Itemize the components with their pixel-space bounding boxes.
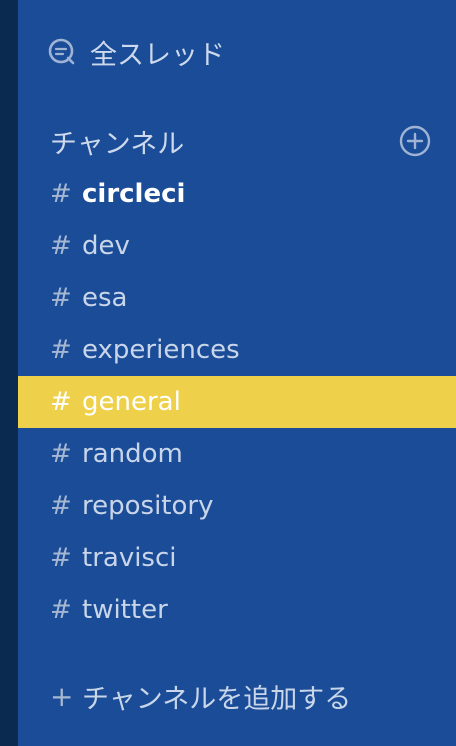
channel-name: random	[82, 439, 183, 469]
channel-item-circleci[interactable]: # circleci	[18, 168, 456, 220]
hash-icon: #	[50, 491, 72, 521]
channel-name: dev	[82, 231, 130, 261]
channel-item-experiences[interactable]: # experiences	[18, 324, 456, 376]
channel-name: circleci	[82, 179, 186, 209]
channel-name: general	[82, 387, 181, 417]
channel-item-travisci[interactable]: # travisci	[18, 532, 456, 584]
hash-icon: #	[50, 543, 72, 573]
hash-icon: #	[50, 179, 72, 209]
add-channel-circle-icon[interactable]	[398, 124, 432, 158]
channel-item-twitter[interactable]: # twitter	[18, 584, 456, 636]
all-threads-label: 全スレッド	[90, 39, 225, 71]
channels-header-label: チャンネル	[50, 128, 185, 160]
hash-icon: #	[50, 231, 72, 261]
channel-name: repository	[82, 491, 214, 521]
channel-item-general[interactable]: # general	[18, 376, 456, 428]
hash-icon: #	[50, 387, 72, 417]
channel-name: esa	[82, 283, 128, 313]
channel-item-random[interactable]: # random	[18, 428, 456, 480]
add-channel-label: チャンネルを追加する	[82, 683, 352, 715]
plus-icon: +	[50, 679, 74, 713]
channel-item-dev[interactable]: # dev	[18, 220, 456, 272]
channel-item-esa[interactable]: # esa	[18, 272, 456, 324]
hash-icon: #	[50, 595, 72, 625]
hash-icon: #	[50, 335, 72, 365]
hash-icon: #	[50, 439, 72, 469]
all-threads-link[interactable]: 全スレッド	[46, 32, 225, 72]
channel-sidebar: 全スレッド チャンネル # circleci # dev # esa # exp…	[18, 0, 456, 746]
channel-name: experiences	[82, 335, 240, 365]
hash-icon: #	[50, 283, 72, 313]
channel-name: travisci	[82, 543, 177, 573]
threads-icon	[46, 36, 78, 68]
channels-section-header[interactable]: チャンネル	[50, 120, 432, 162]
add-channel-link[interactable]: + チャンネルを追加する	[50, 674, 351, 718]
channel-item-repository[interactable]: # repository	[18, 480, 456, 532]
channel-list: # circleci # dev # esa # experiences # g…	[18, 168, 456, 636]
channel-name: twitter	[82, 595, 168, 625]
workspace-rail	[0, 0, 18, 746]
